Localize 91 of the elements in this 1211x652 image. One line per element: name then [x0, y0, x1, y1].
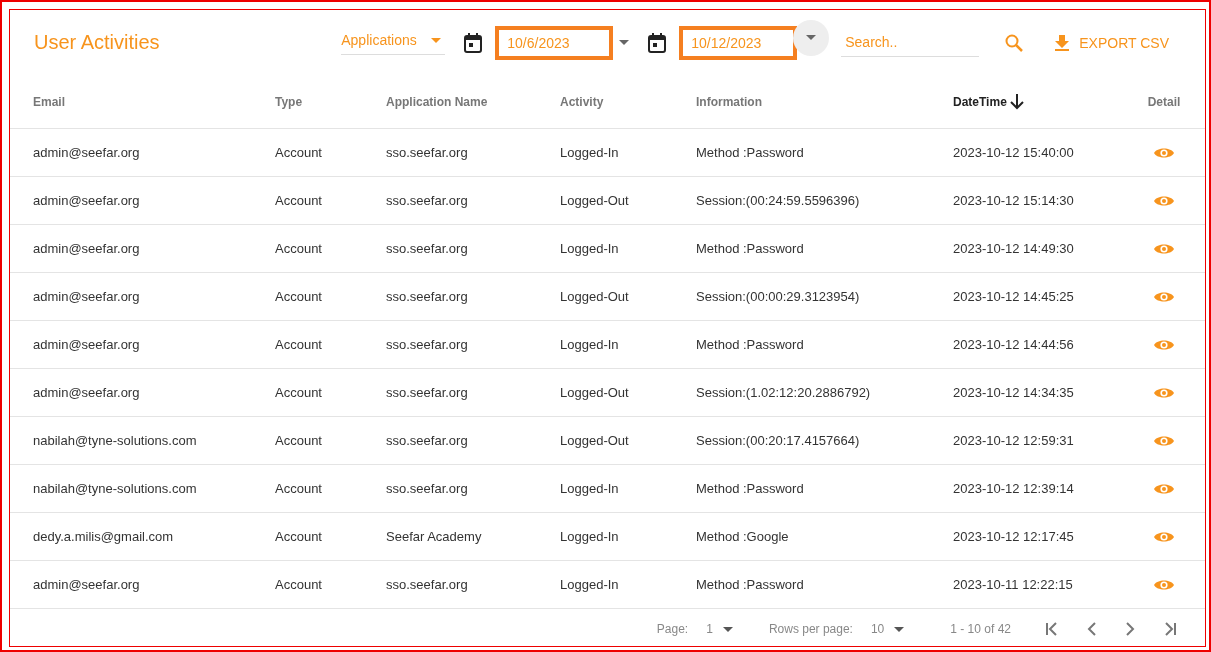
column-header[interactable]: Activity — [560, 94, 604, 109]
table-cell: nabilah@tyne-solutions.com — [33, 481, 197, 496]
table-cell: Logged-Out — [560, 193, 629, 208]
calendar-icon[interactable] — [647, 31, 668, 54]
table-cell: Account — [275, 529, 322, 544]
table-cell: 2023-10-12 14:44:56 — [953, 337, 1074, 352]
table-cell: admin@seefar.org — [33, 145, 140, 160]
calendar-icon[interactable] — [463, 31, 484, 54]
rows-per-page-select[interactable]: 10 — [864, 621, 911, 637]
table-cell: Account — [275, 193, 322, 208]
table-cell: Logged-In — [560, 481, 619, 496]
page-select[interactable]: 1 — [700, 621, 739, 637]
table-cell: sso.seefar.org — [386, 145, 468, 160]
table-cell: nabilah@tyne-solutions.com — [33, 433, 197, 448]
column-header[interactable]: Information — [696, 94, 762, 109]
previous-page-icon[interactable] — [1087, 622, 1097, 636]
table-cell: admin@seefar.org — [33, 289, 140, 304]
table-cell: 2023-10-12 15:14:30 — [953, 193, 1074, 208]
table-cell: sso.seefar.org — [386, 241, 468, 256]
caret-icon — [894, 626, 905, 632]
table-cell: Account — [275, 337, 322, 352]
sort-arrow-icon[interactable] — [1009, 93, 1024, 110]
table-cell: 2023-10-12 14:34:35 — [953, 385, 1074, 400]
last-page-icon[interactable] — [1163, 622, 1177, 636]
column-header[interactable]: DateTime — [953, 94, 1007, 109]
table-cell: sso.seefar.org — [386, 337, 468, 352]
table-cell: Account — [275, 577, 322, 592]
table-cell: Account — [275, 481, 322, 496]
page-range: 1 - 10 of 42 — [950, 622, 1011, 636]
table-cell: sso.seefar.org — [386, 193, 468, 208]
table-cell: Logged-In — [560, 241, 619, 256]
start-date-field[interactable]: 10/6/2023 — [495, 25, 614, 60]
table-cell: Logged-In — [560, 145, 619, 160]
search-icon[interactable] — [1005, 33, 1024, 52]
table-cell: 2023-10-12 15:40:00 — [953, 145, 1074, 160]
caret-icon[interactable] — [619, 40, 630, 45]
rows-per-page-label: Rows per page: — [768, 622, 853, 636]
table-cell: dedy.a.milis@gmail.com — [33, 529, 174, 544]
export-csv-button[interactable]: EXPORT CSV — [1051, 30, 1173, 55]
caret-icon — [722, 626, 733, 632]
download-icon — [1055, 34, 1070, 51]
table-cell: Method :Password — [696, 481, 804, 496]
table-cell: admin@seefar.org — [33, 193, 140, 208]
table-cell: Logged-Out — [560, 385, 629, 400]
table-cell: Session:(00:20:17.4157664) — [696, 433, 860, 448]
table-cell: Logged-In — [560, 577, 619, 592]
table-cell: 2023-10-12 14:49:30 — [953, 241, 1074, 256]
table-cell: Account — [275, 145, 322, 160]
table-cell: Logged-In — [560, 529, 619, 544]
table-cell: admin@seefar.org — [33, 337, 140, 352]
table-cell: Session:(00:00:29.3123954) — [696, 289, 860, 304]
table-cell: Method :Google — [696, 529, 789, 544]
table-cell: 2023-10-12 12:59:31 — [953, 433, 1074, 448]
table-cell: 2023-10-12 12:17:45 — [953, 529, 1074, 544]
column-header[interactable]: Detail — [1147, 94, 1181, 109]
next-page-icon[interactable] — [1125, 622, 1135, 636]
table-cell: Account — [275, 289, 322, 304]
table-cell: Logged-In — [560, 337, 619, 352]
column-header[interactable]: Type — [275, 94, 303, 109]
table-cell: Account — [275, 241, 322, 256]
table-cell: sso.seefar.org — [386, 433, 468, 448]
column-header[interactable]: Email — [33, 94, 65, 109]
table-cell: Method :Password — [696, 145, 804, 160]
table-cell: admin@seefar.org — [33, 385, 140, 400]
first-page-icon[interactable] — [1045, 622, 1059, 636]
table-cell: 2023-10-12 12:39:14 — [953, 481, 1074, 496]
page-label: Page: — [656, 622, 689, 636]
table-cell: sso.seefar.org — [386, 577, 468, 592]
caret-icon — [806, 35, 817, 40]
application-select[interactable]: Applications — [341, 30, 446, 55]
table-cell: Logged-Out — [560, 433, 629, 448]
table-cell: sso.seefar.org — [386, 481, 468, 496]
table-cell: admin@seefar.org — [33, 577, 140, 592]
table-cell: Account — [275, 433, 322, 448]
table-cell: 2023-10-12 14:45:25 — [953, 289, 1074, 304]
table-cell: sso.seefar.org — [386, 385, 468, 400]
table-cell: Method :Password — [696, 337, 804, 352]
table-cell: Logged-Out — [560, 289, 629, 304]
table-cell: Seefar Academy — [386, 529, 482, 544]
table-cell: 2023-10-11 12:22:15 — [953, 577, 1073, 592]
table-cell: admin@seefar.org — [33, 241, 140, 256]
table-cell: Method :Password — [696, 241, 804, 256]
table-cell: Session:(1.02:12:20.2886792) — [696, 385, 871, 400]
table-cell: Account — [275, 385, 322, 400]
table-cell: Method :Password — [696, 577, 804, 592]
column-header[interactable]: Application Name — [386, 94, 488, 109]
table-cell: Session:(00:24:59.5596396) — [696, 193, 860, 208]
page-title: User Activities — [34, 31, 160, 54]
end-date-field[interactable]: 10/12/2023 — [679, 25, 798, 60]
table-cell: sso.seefar.org — [386, 289, 468, 304]
caret-icon — [431, 37, 442, 43]
